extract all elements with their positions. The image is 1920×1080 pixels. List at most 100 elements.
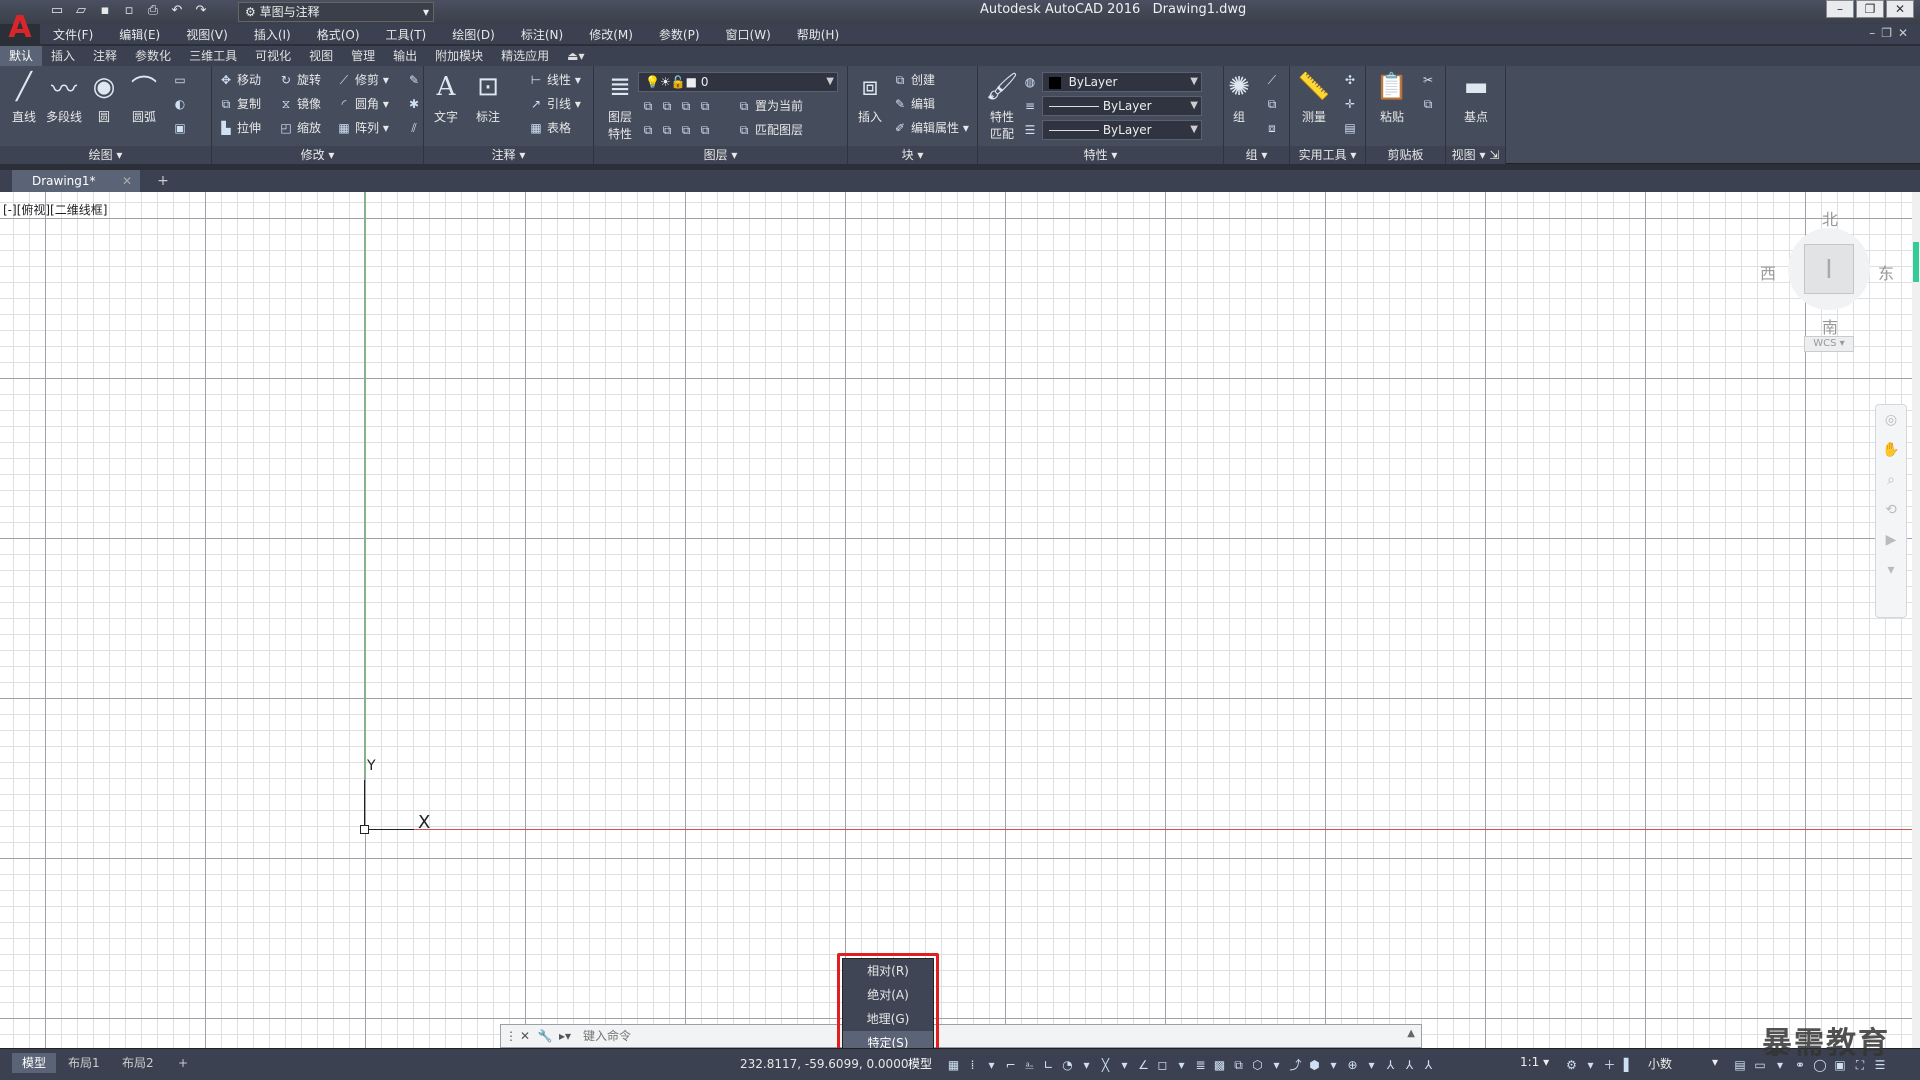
vertical-scrollbar[interactable] xyxy=(1912,192,1920,1048)
plus-icon[interactable]: ＋ xyxy=(1600,1055,1619,1075)
panel-utilities-title[interactable]: 实用工具 ▾ xyxy=(1290,146,1365,164)
close-icon[interactable]: ✕ xyxy=(517,1028,533,1044)
annotation-scale[interactable]: 1:1 ▾ xyxy=(1520,1055,1549,1069)
layout-tab-layout2[interactable]: 布局2 xyxy=(112,1053,164,1073)
menu-edit[interactable]: 编辑(E) xyxy=(106,26,173,43)
tab-annotate[interactable]: 注释 xyxy=(84,46,126,66)
restore-button[interactable]: ❐ xyxy=(1856,0,1884,18)
navbar-menu-icon[interactable]: ▾ xyxy=(1876,555,1906,585)
lineweight-dropdown[interactable]: ByLayer ▼ xyxy=(1042,120,1202,140)
tab-featured-apps[interactable]: 精选应用 xyxy=(492,46,558,66)
group-button[interactable]: ✺ 组 xyxy=(1224,70,1254,125)
tab-home[interactable]: 默认 xyxy=(0,46,43,66)
viewcube-west[interactable]: 西 xyxy=(1760,260,1776,284)
fillet-button[interactable]: ◜ 圆角 ▾ xyxy=(336,94,389,114)
close-button[interactable]: ✕ xyxy=(1886,0,1914,18)
menu-file[interactable]: 文件(F) xyxy=(40,26,106,43)
mirror-button[interactable]: ⧖ 镜像 xyxy=(278,94,321,114)
minimize-button[interactable]: – xyxy=(1826,0,1854,18)
layer-tools-row2[interactable]: ⧉ ⧉ ⧉ ⧉ xyxy=(640,120,716,140)
insert-block-button[interactable]: ⧈ 插入 xyxy=(848,70,892,125)
linear-button[interactable]: ⊢ 线性 ▾ xyxy=(528,70,581,90)
paste-button[interactable]: 📋 粘贴 xyxy=(1370,70,1414,125)
viewport-controls-label[interactable]: [-][俯视][二维线框] xyxy=(3,201,107,218)
tab-output[interactable]: 输出 xyxy=(384,46,426,66)
model-space-toggle[interactable]: 模型 xyxy=(908,1055,932,1072)
menu-window[interactable]: 窗口(W) xyxy=(713,26,784,43)
menu-tools[interactable]: 工具(T) xyxy=(373,26,440,43)
grid-icon[interactable]: ▦ xyxy=(944,1055,963,1075)
set-current-button[interactable]: ⧉ 置为当前 xyxy=(736,96,803,116)
wrench-icon[interactable]: 🔧 xyxy=(537,1028,553,1044)
menu-view[interactable]: 视图(V) xyxy=(173,26,241,43)
id-point-button[interactable]: ✣ xyxy=(1342,70,1361,90)
menu-modify[interactable]: 修改(M) xyxy=(576,26,646,43)
new-tab-button[interactable]: + xyxy=(152,172,174,190)
dropdown-icon[interactable]: ▾ xyxy=(1324,1055,1343,1075)
edit-block-button[interactable]: ✎ 编辑 xyxy=(892,94,935,114)
menu-draw[interactable]: 绘图(D) xyxy=(439,26,508,43)
3d-osnap-icon[interactable]: ⬡ xyxy=(1248,1055,1267,1075)
wcs-menu[interactable]: WCS ▾ xyxy=(1804,336,1854,352)
infer-icon[interactable]: ⌐ xyxy=(1001,1055,1020,1075)
viewcube[interactable]: ┃ 北 南 西 东 WCS ▾ xyxy=(1760,206,1894,356)
menu-insert[interactable]: 插入(I) xyxy=(241,26,304,43)
ribbon-toggle-icon[interactable]: ⏏▾ xyxy=(558,46,593,66)
menu-dimension[interactable]: 标注(N) xyxy=(508,26,576,43)
showmotion-icon[interactable]: ▶ xyxy=(1876,525,1906,555)
save-icon[interactable]: ▪ xyxy=(96,2,114,20)
table-button[interactable]: ▦ 表格 xyxy=(528,118,571,138)
explode-button[interactable]: ✱ xyxy=(406,94,425,114)
stretch-button[interactable]: ▙ 拉伸 xyxy=(218,118,261,138)
calculator-icon[interactable]: ▤ xyxy=(1730,1055,1750,1075)
group-edit-button[interactable]: ⧉ xyxy=(1264,94,1283,114)
document-window-controls[interactable]: –❐✕ xyxy=(1869,26,1914,40)
cut-button[interactable]: ✂ xyxy=(1420,70,1439,90)
group-select-button[interactable]: ⧈ xyxy=(1264,118,1283,138)
base-view-button[interactable]: ▬ 基点 xyxy=(1454,70,1498,125)
dropdown-icon[interactable]: ▾ xyxy=(1115,1055,1134,1075)
panel-properties-title[interactable]: 特性 ▾ xyxy=(978,146,1223,164)
trim-button[interactable]: ⟋ 修剪 ▾ xyxy=(336,70,389,90)
offset-button[interactable]: ⫽ xyxy=(406,118,425,138)
add-layout-button[interactable]: + xyxy=(168,1053,198,1073)
panel-modify-title[interactable]: 修改 ▾ xyxy=(212,146,423,164)
command-input[interactable] xyxy=(583,1026,1373,1046)
polyline-button[interactable]: 〰多段线 xyxy=(42,70,86,125)
layer-tools-row1[interactable]: ⧉ ⧉ ⧉ ⧉ xyxy=(640,96,716,116)
workspace-selector[interactable]: ⚙ 草图与注释 ▾ xyxy=(238,2,434,22)
dynamic-ucs-icon[interactable]: ⤴ xyxy=(1286,1055,1305,1075)
arc-button[interactable]: ⌒ 圆弧 xyxy=(122,70,166,125)
save-as-icon[interactable]: ▫ xyxy=(120,2,138,20)
snap-icon[interactable]: ⁞ xyxy=(963,1055,982,1075)
layout-tab-layout1[interactable]: 布局1 xyxy=(58,1053,110,1073)
tab-view[interactable]: 视图 xyxy=(300,46,342,66)
panel-view-title[interactable]: 视图 ▾ ⇲ xyxy=(1446,146,1505,164)
menu-format[interactable]: 格式(O) xyxy=(304,26,373,43)
selection-cycling-icon[interactable]: ⧉ xyxy=(1229,1055,1248,1075)
layout-tab-model[interactable]: 模型 xyxy=(12,1053,57,1073)
viewcube-south[interactable]: 南 xyxy=(1822,314,1838,338)
array-button[interactable]: ▦ 阵列 ▾ xyxy=(336,118,389,138)
dropdown-icon[interactable]: ▾ xyxy=(1267,1055,1286,1075)
gizmo-icon[interactable]: ⊕ xyxy=(1343,1055,1362,1075)
ortho-icon[interactable]: ∟ xyxy=(1039,1055,1058,1075)
copy-button[interactable]: ⧉ 复制 xyxy=(218,94,261,114)
zoom-icon[interactable]: ⌕ xyxy=(1876,465,1906,495)
gear-icon[interactable]: ⚙ xyxy=(1562,1055,1581,1075)
menu-parametric[interactable]: 参数(P) xyxy=(646,26,713,43)
panel-groups-title[interactable]: 组 ▾ xyxy=(1224,146,1289,164)
polar-icon[interactable]: ◔ xyxy=(1058,1055,1077,1075)
ungroup-button[interactable]: ⟋ xyxy=(1264,70,1283,90)
dropdown-icon[interactable]: ▾ xyxy=(1077,1055,1096,1075)
annotation-scale-icon[interactable]: ⅄ xyxy=(1419,1055,1438,1075)
panel-clipboard-title[interactable]: 剪贴板 xyxy=(1366,146,1445,164)
move-button[interactable]: ✥ 移动 xyxy=(218,70,261,90)
tab-drawing1[interactable]: Drawing1* ✕ xyxy=(12,170,140,192)
steering-wheel-icon[interactable]: ◎ xyxy=(1876,405,1906,435)
quick-properties-icon[interactable]: ▌ xyxy=(1619,1055,1638,1075)
new-file-icon[interactable]: ▭ xyxy=(48,2,66,20)
dropdown-icon[interactable]: ▾ xyxy=(1172,1055,1191,1075)
erase-button[interactable]: ✎ xyxy=(406,70,425,90)
layer-properties-button[interactable]: ≣ 图层 特性 xyxy=(598,70,642,142)
